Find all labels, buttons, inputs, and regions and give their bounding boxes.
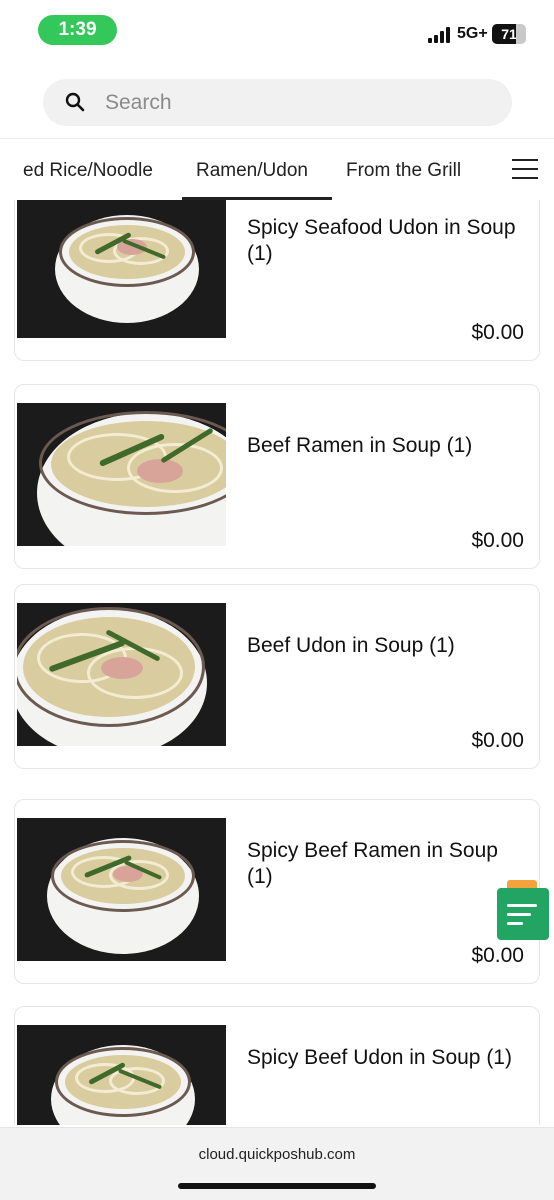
product-list: Spicy Seafood Udon in Soup (1) $0.00 Bee… — [0, 200, 554, 1125]
tab-strip: ed Rice/Noodle Ramen/Udon From the Grill — [0, 139, 500, 200]
product-image[interactable] — [17, 818, 226, 961]
product-image[interactable] — [17, 200, 226, 338]
battery-icon: 71 — [492, 24, 526, 44]
product-name: Spicy Beef Udon in Soup (1) — [247, 1046, 512, 1069]
tab-ramen-udon[interactable]: Ramen/Udon — [182, 139, 332, 200]
browser-url[interactable]: cloud.quickposhub.com — [0, 1146, 554, 1163]
search-input[interactable] — [105, 79, 485, 126]
order-list-icon — [497, 888, 549, 940]
network-type: 5G+ — [457, 25, 488, 42]
product-name: Spicy Beef Ramen in Soup (1) — [247, 839, 498, 888]
cellular-signal-icon — [428, 27, 452, 43]
battery-percent: 71 — [501, 26, 517, 42]
browser-address-bar[interactable]: cloud.quickposhub.com — [0, 1127, 554, 1200]
order-list-button[interactable] — [497, 880, 549, 940]
product-image[interactable] — [17, 403, 226, 546]
hamburger-menu-icon[interactable] — [512, 159, 538, 179]
product-price: $0.00 — [471, 529, 524, 552]
home-indicator[interactable] — [178, 1183, 376, 1189]
product-name: Beef Udon in Soup (1) — [247, 634, 455, 657]
status-bar: 1:39 5G+ 71 — [0, 0, 554, 62]
search-icon — [65, 92, 85, 112]
product-price: $0.00 — [471, 321, 524, 344]
product-price: $0.00 — [471, 944, 524, 967]
product-image[interactable] — [17, 603, 226, 746]
tab-fried-rice-noodle[interactable]: ed Rice/Noodle — [23, 139, 153, 200]
category-tabs: ed Rice/Noodle Ramen/Udon From the Grill — [0, 138, 554, 200]
tab-from-the-grill[interactable]: From the Grill — [346, 139, 461, 200]
search-bar[interactable] — [43, 79, 512, 126]
product-name: Beef Ramen in Soup (1) — [247, 434, 473, 457]
product-card[interactable]: Beef Udon in Soup (1) $0.00 — [14, 584, 540, 769]
product-card[interactable]: Spicy Beef Ramen in Soup (1) $0.00 — [14, 799, 540, 984]
product-price: $0.00 — [471, 729, 524, 752]
product-name: Spicy Seafood Udon in Soup (1) — [247, 216, 516, 265]
product-card[interactable]: Beef Ramen in Soup (1) $0.00 — [14, 384, 540, 569]
product-card[interactable]: Spicy Beef Udon in Soup (1) — [14, 1006, 540, 1125]
product-image[interactable] — [17, 1025, 226, 1125]
status-time: 1:39 — [38, 15, 117, 45]
product-card[interactable]: Spicy Seafood Udon in Soup (1) $0.00 — [14, 200, 540, 361]
